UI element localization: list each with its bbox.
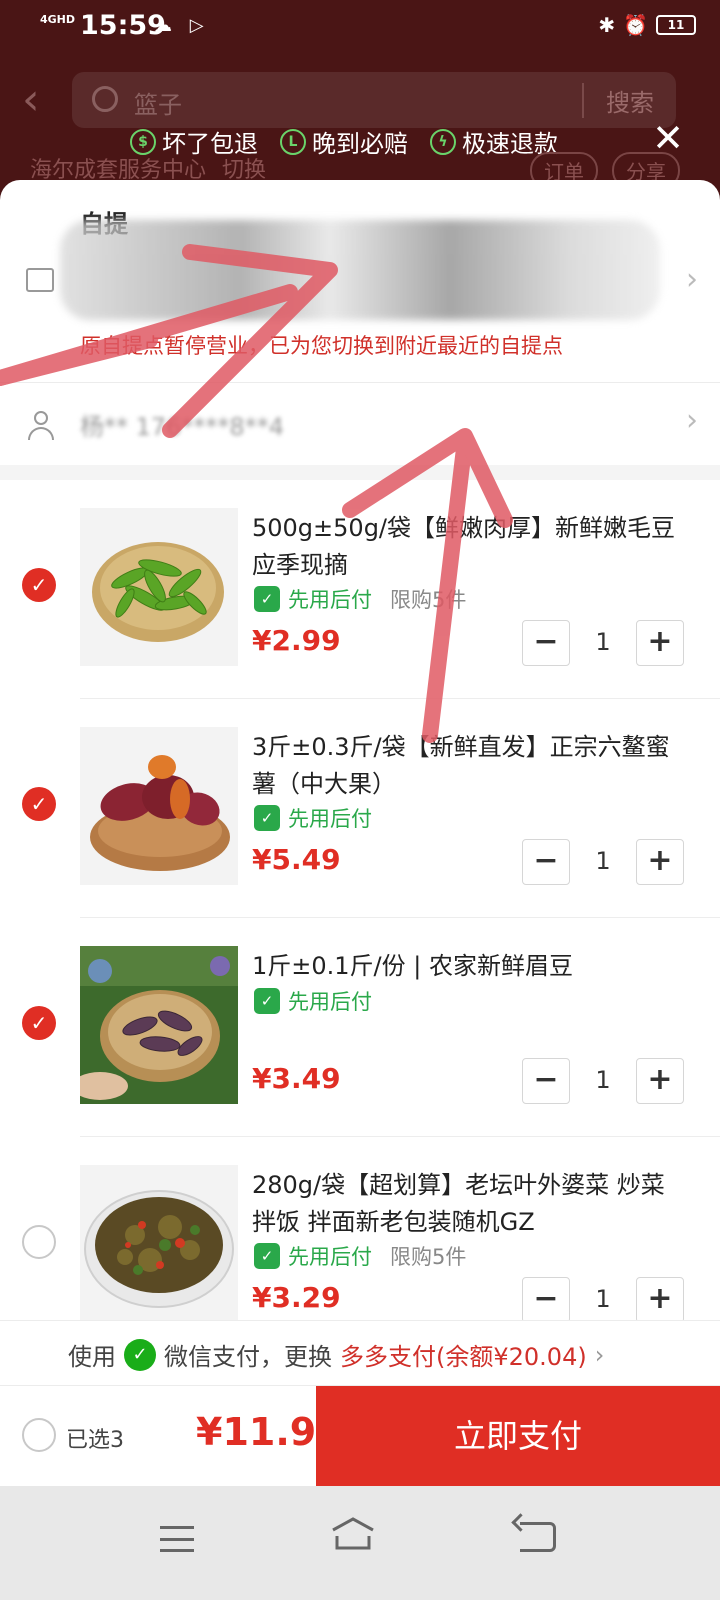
- quantity-value[interactable]: 1: [570, 1285, 636, 1313]
- quantity-value[interactable]: 1: [570, 847, 636, 875]
- pickup-address-redacted: [60, 220, 660, 320]
- return-icon: $: [130, 128, 156, 155]
- pay-later-tag: ✓ 先用后付: [254, 803, 372, 833]
- pay-later-icon: ✓: [254, 988, 280, 1014]
- select-all-checkbox[interactable]: [22, 1418, 56, 1452]
- battery-icon: 11: [656, 15, 696, 35]
- pickup-point-section[interactable]: 自提 › 原自提点暂停营业，已为您切换到附近最近的自提点: [0, 180, 720, 385]
- pay-later-icon: ✓: [254, 805, 280, 831]
- person-icon: [26, 411, 56, 441]
- quantity-value[interactable]: 1: [570, 1066, 636, 1094]
- background-page: 4GHD 15:59 ☁ ▷ ✱ ⏰ 11 ‹ 篮子 搜索 $ 坏了包退 L 晚到必…: [0, 0, 720, 200]
- checkout-bar: 已选3 ¥11.97 立即支付: [0, 1385, 720, 1486]
- product-image[interactable]: [80, 1165, 238, 1323]
- minus-icon[interactable]: −: [522, 1058, 570, 1104]
- cart-item: ✓ 3斤±0.3斤/袋【新鲜直发】正宗六鳌蜜薯（中大果） ✓ 先用后付 ¥5.4…: [0, 699, 720, 917]
- product-price: ¥2.99: [252, 624, 341, 657]
- network-indicator: 4GHD: [40, 13, 76, 26]
- search-button[interactable]: 搜索: [582, 83, 654, 118]
- quantity-stepper: − 1 +: [522, 1277, 684, 1323]
- home-icon[interactable]: [330, 1516, 376, 1552]
- back-icon[interactable]: ‹: [22, 78, 40, 122]
- product-image[interactable]: [80, 508, 238, 666]
- clock-icon: L: [280, 128, 306, 155]
- search-input[interactable]: 篮子: [134, 85, 182, 120]
- pay-later-icon: ✓: [254, 586, 280, 612]
- pay-later-tag: ✓ 先用后付: [254, 986, 372, 1016]
- product-name[interactable]: 1斤±0.1斤/份 | 农家新鲜眉豆: [252, 948, 692, 985]
- selected-count: 已选3: [66, 1428, 124, 1453]
- minus-icon[interactable]: −: [522, 1277, 570, 1323]
- checkout-sheet: 自提 › 原自提点暂停营业，已为您切换到附近最近的自提点 杨** 176****…: [0, 180, 720, 1510]
- product-price: ¥3.49: [252, 1062, 341, 1095]
- product-name[interactable]: 3斤±0.3斤/袋【新鲜直发】正宗六鳌蜜薯（中大果）: [252, 729, 692, 803]
- purchase-limit: 限购5件: [390, 588, 467, 612]
- wechat-pay-icon: ✓: [124, 1338, 156, 1371]
- menu-icon[interactable]: [160, 1526, 194, 1552]
- chevron-right-icon: ›: [686, 403, 698, 438]
- plus-icon[interactable]: +: [636, 620, 684, 666]
- quantity-stepper: − 1 +: [522, 839, 684, 885]
- payment-method-row[interactable]: 使用 ✓ 微信支付，更换 多多支付(余额¥20.04) ›: [0, 1320, 720, 1384]
- search-icon: [92, 86, 118, 112]
- minus-icon[interactable]: −: [522, 620, 570, 666]
- cart-item: ✓ 1斤±0.1斤/份 | 农家新鲜眉豆 ✓ 先用后付 ¥3.49 − 1 +: [0, 918, 720, 1136]
- chevron-right-icon: ›: [686, 262, 698, 297]
- pay-later-tag: ✓ 先用后付 限购5件: [254, 584, 466, 614]
- quantity-stepper: − 1 +: [522, 620, 684, 666]
- cart-item: ✓ 500g±50g/袋【鲜嫩肉厚】新鲜嫩毛豆应季现摘 ✓ 先用后付 限购5件 …: [0, 480, 720, 698]
- badge-late: L 晚到必赔: [280, 124, 408, 159]
- minus-icon[interactable]: −: [522, 839, 570, 885]
- notification-icons: ☁ ▷: [154, 15, 210, 36]
- quantity-value[interactable]: 1: [570, 628, 636, 656]
- section-gap: [0, 465, 720, 480]
- alt-payment-link[interactable]: 多多支付(余额¥20.04): [340, 1337, 587, 1372]
- item-checkbox[interactable]: ✓: [22, 787, 56, 821]
- product-price: ¥5.49: [252, 843, 341, 876]
- pay-later-icon: ✓: [254, 1243, 280, 1269]
- search-bar[interactable]: 篮子 搜索: [72, 72, 676, 128]
- store-icon: [26, 268, 54, 292]
- payment-method: 微信支付，更换: [164, 1343, 332, 1371]
- purchase-limit: 限购5件: [390, 1245, 467, 1269]
- plus-icon[interactable]: +: [636, 1277, 684, 1323]
- pay-later-tag: ✓ 先用后付 限购5件: [254, 1241, 466, 1271]
- status-bar: 4GHD 15:59 ☁ ▷ ✱ ⏰ 11: [0, 0, 720, 56]
- plus-icon[interactable]: +: [636, 839, 684, 885]
- item-checkbox[interactable]: ✓: [22, 1006, 56, 1040]
- bluetooth-icon: ✱: [598, 13, 616, 37]
- item-checkbox[interactable]: [22, 1225, 56, 1259]
- product-name[interactable]: 280g/袋【超划算】老坛叶外婆菜 炒菜 拌饭 拌面新老包装随机GZ: [252, 1167, 692, 1241]
- lightning-icon: ϟ: [430, 128, 456, 155]
- item-checkbox[interactable]: ✓: [22, 568, 56, 602]
- back-nav-icon[interactable]: [520, 1522, 556, 1552]
- product-price: ¥3.29: [252, 1281, 341, 1314]
- payment-prefix: 使用: [68, 1343, 116, 1371]
- system-nav-bar: [0, 1486, 720, 1600]
- product-image[interactable]: [80, 727, 238, 885]
- product-name[interactable]: 500g±50g/袋【鲜嫩肉厚】新鲜嫩毛豆应季现摘: [252, 510, 692, 584]
- chevron-right-icon: ›: [594, 1340, 605, 1369]
- plus-icon[interactable]: +: [636, 1058, 684, 1104]
- pickup-notice: 原自提点暂停营业，已为您切换到附近最近的自提点: [80, 334, 563, 358]
- alarm-icon: ⏰: [623, 13, 648, 37]
- pay-now-button[interactable]: 立即支付: [316, 1386, 720, 1486]
- recipient-name: 杨** 176****8**4: [80, 413, 284, 441]
- product-image[interactable]: [80, 946, 238, 1104]
- recipient-row[interactable]: 杨** 176****8**4 ›: [0, 382, 720, 464]
- quantity-stepper: − 1 +: [522, 1058, 684, 1104]
